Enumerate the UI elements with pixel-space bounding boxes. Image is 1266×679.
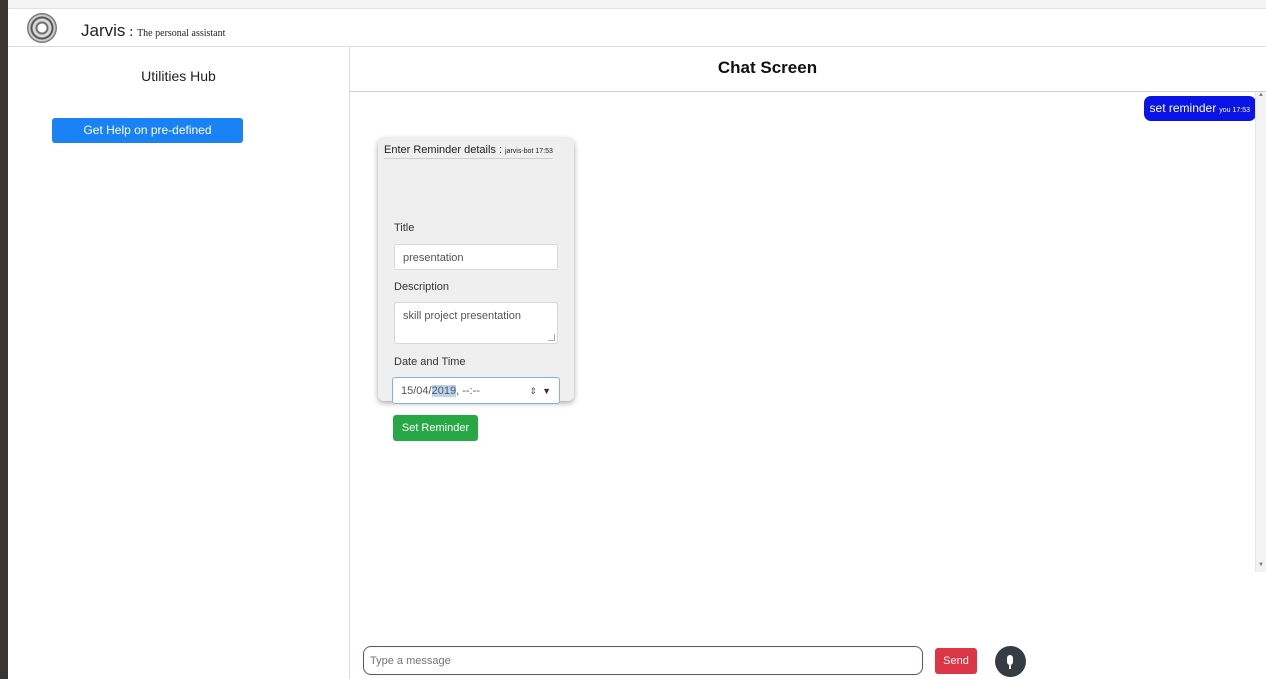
mic-button[interactable] xyxy=(995,646,1026,677)
user-message-text: set reminder xyxy=(1149,101,1217,115)
title-label: Title xyxy=(394,222,415,234)
chat-area: set reminder you 17:53 Enter Reminder det… xyxy=(350,92,1266,627)
app-name: Jarvis xyxy=(81,21,126,40)
message-time: 17:53 xyxy=(1232,107,1250,114)
window-left-border xyxy=(0,0,8,679)
app-title-separator: : xyxy=(125,24,138,40)
message-sender: you xyxy=(1219,107,1231,114)
datetime-time: , --:-- xyxy=(456,385,480,397)
window-top-bar xyxy=(8,0,1266,9)
scroll-down-icon[interactable]: ▼ xyxy=(1258,562,1264,568)
send-button[interactable]: Send xyxy=(935,648,977,674)
help-button[interactable]: Get Help on pre-defined Statements xyxy=(52,118,243,162)
title-input[interactable]: presentation xyxy=(394,244,558,270)
datetime-date: 15/04/ xyxy=(401,385,432,397)
app-header: Jarvis : The personal assistant xyxy=(8,9,1266,47)
mic-stand xyxy=(1009,665,1011,669)
bot-sender: jarvis-bot xyxy=(505,148,534,155)
message-input[interactable] xyxy=(363,646,923,675)
description-label: Description xyxy=(394,281,450,293)
reminder-form-card: Enter Reminder details : jarvis-bot 17:53… xyxy=(378,138,574,441)
description-textarea[interactable]: skill project presentation xyxy=(394,302,558,344)
app-title: Jarvis : The personal assistant xyxy=(81,21,225,41)
resize-handle-icon[interactable] xyxy=(548,334,555,341)
description-text: skill project presentation xyxy=(403,310,522,322)
chat-title: Chat Screen xyxy=(717,58,818,77)
bot-message-meta: jarvis-bot 17:53 xyxy=(505,148,553,155)
bot-message-text: Enter Reminder details : xyxy=(384,144,502,156)
datetime-label: Date and Time xyxy=(394,356,466,368)
message-composer: Send xyxy=(350,627,1266,679)
app-tagline: The personal assistant xyxy=(137,28,226,39)
chat-scrollbar[interactable]: ▲ ▼ xyxy=(1255,92,1266,572)
logo-icon xyxy=(27,13,57,43)
datetime-input[interactable]: 15/04/2019, --:-- ⇕ ▼ xyxy=(392,377,560,404)
datetime-year-selected: 2019 xyxy=(431,385,457,397)
chat-header: Chat Screen xyxy=(350,47,1266,92)
mic-icon xyxy=(1007,655,1013,665)
message-meta: you 17:53 xyxy=(1219,107,1250,114)
sidebar: Utilities Hub Get Help on pre-defined St… xyxy=(8,47,350,679)
spinner-icon[interactable]: ⇕ xyxy=(529,378,537,405)
scroll-up-icon[interactable]: ▲ xyxy=(1258,92,1264,98)
user-message: set reminder you 17:53 xyxy=(1143,96,1256,121)
bot-time: 17:53 xyxy=(535,148,553,155)
bot-message-header: Enter Reminder details : jarvis-bot 17:53 xyxy=(384,144,553,159)
sidebar-title: Utilities Hub xyxy=(141,68,216,84)
dropdown-icon[interactable]: ▼ xyxy=(542,378,551,405)
set-reminder-button[interactable]: Set Reminder xyxy=(393,415,478,441)
